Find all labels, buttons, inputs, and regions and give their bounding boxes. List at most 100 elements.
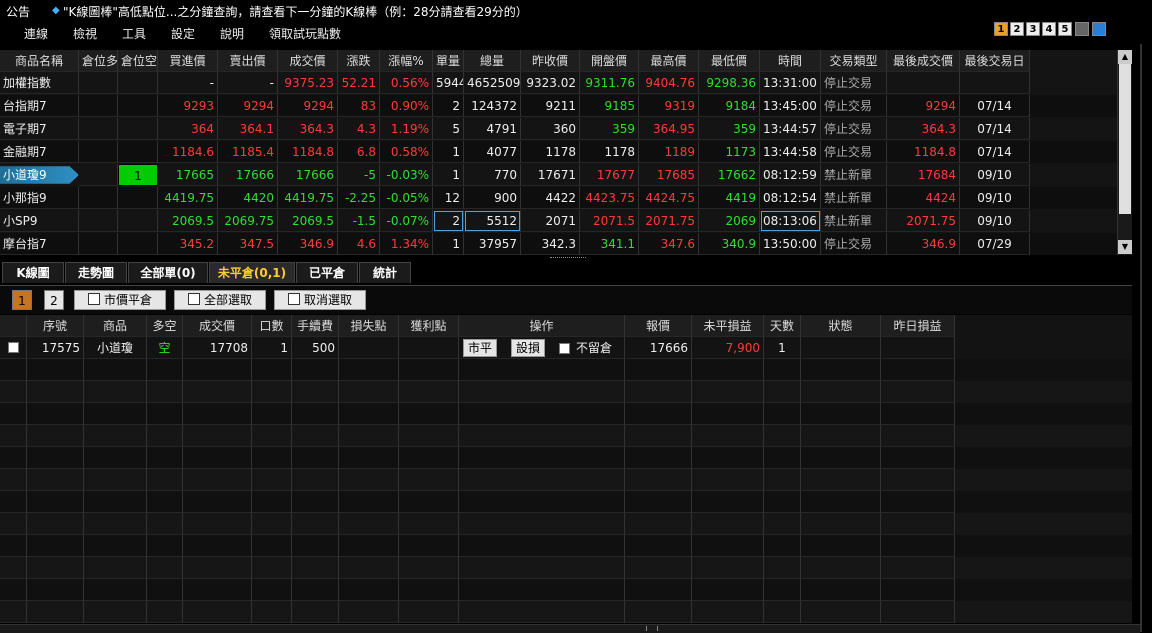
quote-cell-last-trade-price[interactable]: 1184.8	[887, 141, 960, 163]
col-operation[interactable]: 操作	[459, 315, 625, 337]
col-change[interactable]: 漲跌	[338, 50, 380, 72]
quote-cell-low[interactable]: 4419	[699, 187, 760, 209]
quote-cell-last-trade-date[interactable]: 07/29	[960, 233, 1030, 255]
quote-cell-change[interactable]: 4.3	[338, 118, 380, 140]
quote-cell-ask[interactable]: -	[218, 72, 278, 94]
quote-cell-prev-close[interactable]: 360	[521, 118, 580, 140]
col-side[interactable]: 多空	[147, 315, 183, 337]
quote-cell-total-vol[interactable]: 900	[464, 187, 521, 209]
col-unrealized[interactable]: 未平損益	[692, 315, 764, 337]
quote-cell-change-pct[interactable]: 1.34%	[380, 233, 433, 255]
row-select-checkbox[interactable]	[8, 342, 19, 353]
quote-cell-change[interactable]: -2.25	[338, 187, 380, 209]
quote-cell-total-vol[interactable]: 124372	[464, 95, 521, 117]
quote-cell-total-vol[interactable]: 4652509	[464, 72, 521, 94]
quote-row[interactable]: 金融期7 1184.6 1185.4 1184.8 6.8 0.58% 1 4077 1178 1…	[0, 141, 1132, 163]
quote-cell-change-pct[interactable]: 0.56%	[380, 72, 433, 94]
quote-cell-total-vol[interactable]: 4791	[464, 118, 521, 140]
quote-cell-time[interactable]: 13:44:58	[760, 141, 821, 163]
quote-cell-low[interactable]: 2069	[699, 210, 760, 232]
quote-cell-change-pct[interactable]: 0.90%	[380, 95, 433, 117]
quote-cell-tick-vol[interactable]: 2	[433, 95, 464, 117]
quote-cell-change[interactable]: 4.6	[338, 233, 380, 255]
quote-cell-ask[interactable]: 364.1	[218, 118, 278, 140]
quote-cell-time[interactable]: 13:31:00	[760, 72, 821, 94]
quote-row[interactable]: 摩台指7 345.2 347.5 346.9 4.6 1.34% 1 37957 342.3 34…	[0, 233, 1132, 255]
quote-cell-short[interactable]	[118, 210, 158, 232]
quote-cell-bid[interactable]: 4419.75	[158, 187, 218, 209]
quote-cell-prev-close[interactable]: 1178	[521, 141, 580, 163]
quote-cell-low[interactable]: 1173	[699, 141, 760, 163]
quote-cell-long[interactable]	[79, 210, 118, 232]
quote-cell-open[interactable]: 2071.5	[580, 210, 639, 232]
quote-cell-trade-type[interactable]: 停止交易	[821, 233, 887, 255]
splitter-handle[interactable]	[550, 257, 586, 261]
col-ask[interactable]: 賣出價	[218, 50, 278, 72]
quote-cell-time[interactable]: 08:12:59	[760, 164, 821, 186]
quote-cell-open[interactable]: 17677	[580, 164, 639, 186]
quote-cell-last-trade-date[interactable]: 07/14	[960, 95, 1030, 117]
quote-cell-change-pct[interactable]: 1.19%	[380, 118, 433, 140]
quote-cell-time[interactable]: 08:13:06	[760, 210, 821, 232]
quote-cell-low[interactable]: 9298.36	[699, 72, 760, 94]
quote-row[interactable]: 小道瓊9 1 17665 17666 17666 -5 -0.03% 1 770 17671 176…	[0, 164, 1132, 186]
quote-cell-time[interactable]: 08:12:54	[760, 187, 821, 209]
quote-cell-time[interactable]: 13:44:57	[760, 118, 821, 140]
col-trade-type[interactable]: 交易類型	[821, 50, 887, 72]
quote-cell-last[interactable]: 364.3	[278, 118, 338, 140]
set-stop-button[interactable]: 設損	[511, 339, 546, 357]
quote-cell-change-pct[interactable]: 0.58%	[380, 141, 433, 163]
quote-cell-total-vol[interactable]: 770	[464, 164, 521, 186]
market-close-button[interactable]: 市價平倉	[74, 290, 166, 310]
scroll-grip-icon[interactable]	[646, 626, 658, 631]
layout-button-2[interactable]: 2	[1010, 22, 1024, 36]
col-time[interactable]: 時間	[760, 50, 821, 72]
tab-open-positions[interactable]: 未平倉(0,1)	[209, 262, 295, 283]
quote-cell-tick-vol[interactable]: 5944	[433, 72, 464, 94]
quote-cell-bid[interactable]: 2069.5	[158, 210, 218, 232]
quote-cell-last-trade-date[interactable]: 07/14	[960, 118, 1030, 140]
quote-cell-tick-vol[interactable]: 5	[433, 118, 464, 140]
quote-cell-last-trade-price[interactable]: 346.9	[887, 233, 960, 255]
quote-cell-last-trade-date[interactable]: 09/10	[960, 187, 1030, 209]
quote-cell-long[interactable]	[79, 233, 118, 255]
quote-cell-ask[interactable]: 1185.4	[218, 141, 278, 163]
quote-cell-prev-close[interactable]: 2071	[521, 210, 580, 232]
quote-cell-short[interactable]	[118, 233, 158, 255]
quote-cell-high[interactable]: 347.6	[639, 233, 699, 255]
quote-cell-last-trade-price[interactable]: 9294	[887, 95, 960, 117]
col-short[interactable]: 倉位空	[118, 50, 158, 72]
quote-cell-tick-vol[interactable]: 1	[433, 164, 464, 186]
quote-cell-last[interactable]: 346.9	[278, 233, 338, 255]
quote-cell-high[interactable]: 1189	[639, 141, 699, 163]
col-tick-vol[interactable]: 單量	[433, 50, 464, 72]
quote-cell-trade-type[interactable]: 禁止新單	[821, 210, 887, 232]
quote-cell-trade-type[interactable]: 停止交易	[821, 95, 887, 117]
quote-cell-open[interactable]: 1178	[580, 141, 639, 163]
quote-cell-short[interactable]	[118, 187, 158, 209]
position-stop-loss[interactable]	[339, 337, 399, 359]
col-lots[interactable]: 口數	[252, 315, 292, 337]
quote-cell-trade-type[interactable]: 禁止新單	[821, 164, 887, 186]
window-maximize-icon[interactable]	[1092, 22, 1106, 36]
quote-cell-last-trade-price[interactable]: 4424	[887, 187, 960, 209]
quote-cell-last[interactable]: 9375.23	[278, 72, 338, 94]
quote-cell-high[interactable]: 9319	[639, 95, 699, 117]
quote-cell-last-trade-date[interactable]: 09/10	[960, 164, 1030, 186]
col-last[interactable]: 成交價	[278, 50, 338, 72]
scroll-up-icon[interactable]: ▲	[1118, 50, 1132, 64]
quote-cell-tick-vol[interactable]: 2	[433, 210, 464, 232]
quote-row[interactable]: 電子期7 364 364.1 364.3 4.3 1.19% 5 4791 360 359 364.…	[0, 118, 1132, 140]
menu-claim-points[interactable]: 領取試玩點數	[269, 25, 341, 42]
quote-cell-short[interactable]	[118, 72, 158, 94]
menu-view[interactable]: 檢視	[73, 25, 97, 42]
quote-cell-high[interactable]: 9404.76	[639, 72, 699, 94]
quote-cell-last-trade-date[interactable]: 09/10	[960, 210, 1030, 232]
quote-cell-change-pct[interactable]: -0.05%	[380, 187, 433, 209]
quote-cell-product-name[interactable]: 金融期7	[0, 141, 79, 163]
position-take-profit[interactable]	[399, 337, 459, 359]
quote-cell-total-vol[interactable]: 4077	[464, 141, 521, 163]
col-bid[interactable]: 買進價	[158, 50, 218, 72]
quote-cell-short[interactable]	[118, 141, 158, 163]
quote-cell-last-trade-price[interactable]	[887, 72, 960, 94]
